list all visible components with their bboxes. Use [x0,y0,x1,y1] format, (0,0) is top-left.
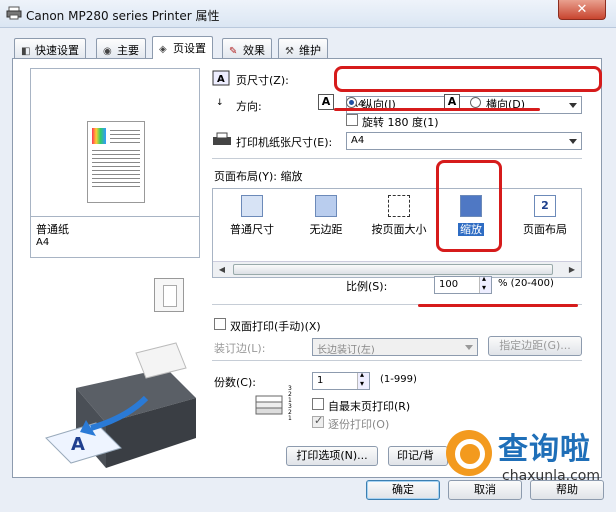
maintenance-icon: ⚒ [285,46,294,57]
scroll-thumb[interactable] [233,264,553,275]
layout-option-normal-size[interactable]: 普通尺寸 [219,189,285,259]
copies-stepper[interactable] [357,370,369,389]
rotate-180-label: 旋转 180 度(1) [362,116,439,129]
annotation-orientation-underline [334,108,540,111]
tab-quick-setup[interactable]: ◧ 快速设置 [14,38,86,58]
layout-option-fit-to-page[interactable]: 按页面大小 [363,189,435,259]
close-button[interactable]: ✕ [558,0,606,20]
page-size-icon: A [212,70,230,86]
scroll-right-icon[interactable]: ▶ [565,264,579,275]
binding-select[interactable]: 长边装订(左) [312,338,478,356]
orientation-arrow-icon: ↓ [216,98,224,108]
normal-size-icon [241,195,263,217]
effects-icon: ✎ [229,46,238,57]
printer-paper-icon [213,132,231,145]
annotation-scale-underline [418,304,578,307]
preview-image [92,128,106,144]
stamp-background-button[interactable]: 印记/背 [388,446,448,466]
watermark-brand: 查询啦 [498,432,591,467]
scale-input[interactable]: 100 [434,274,492,294]
paper-source-icon [154,278,184,312]
last-page-first-checkbox[interactable] [312,398,324,410]
page-layout-icon: 2 [534,195,556,217]
scale-range: % (20-400) [498,278,554,289]
quick-setup-icon: ◧ [21,46,31,57]
svg-text:A: A [217,74,225,85]
window-title: Canon MP280 series Printer 属性 [26,9,220,23]
media-info: 普通纸 A4 [30,216,200,258]
collate-label: 逐份打印(O) [328,418,390,431]
collate-order-digits: 3 2 1 3 2 1 [288,385,292,422]
landscape-radio[interactable] [470,97,481,108]
watermark-url: chaxunla.com [502,468,600,484]
orientation-label: 方向: [236,100,262,113]
media-type: 普通纸 [36,223,69,236]
printer-paper-size-label: 打印机纸张尺寸(E): [236,136,333,149]
copies-range: (1-999) [380,374,417,385]
collate-checkbox[interactable] [312,414,324,428]
magnifier-logo-icon [446,430,492,476]
main-icon: ◉ [103,46,112,57]
annotation-scaled-box [436,160,502,252]
portrait-icon: A [318,94,334,110]
paper-preview [87,121,145,203]
tab-maintenance[interactable]: ⚒ 维护 [278,38,328,58]
media-size: A4 [36,237,50,248]
page-setup-icon: ◈ [159,44,167,55]
print-options-button[interactable]: 打印选项(N)... [286,446,378,466]
borderless-icon [315,195,337,217]
ok-button[interactable]: 确定 [366,480,440,500]
copies-label: 份数(C): [214,376,256,389]
portrait-radio[interactable] [346,97,357,108]
specify-margin-button[interactable]: 指定边距(G)... [488,336,582,356]
rotate-180-checkbox[interactable] [346,114,358,126]
tab-effects[interactable]: ✎ 效果 [222,38,272,58]
page-layout-list: 普通尺寸 无边距 按页面大小 缩放 2 页面布局 ◀ ▶ [212,188,582,278]
fit-to-page-icon [388,195,410,217]
scale-stepper[interactable] [479,274,491,293]
tab-page-setup[interactable]: ◈ 页设置 [152,36,213,59]
layout-option-borderless[interactable]: 无边距 [291,189,361,259]
printer-icon [6,6,22,20]
svg-text:A: A [71,434,85,455]
tab-main[interactable]: ◉ 主要 [96,38,146,58]
copies-input[interactable]: 1 [312,370,370,390]
layout-option-page-layout[interactable]: 2 页面布局 [509,189,581,259]
duplex-label: 双面打印(手动)(X) [230,320,321,333]
scroll-left-icon[interactable]: ◀ [215,264,229,275]
scale-label: 比例(S): [346,280,388,293]
site-watermark: 查询啦 chaxunla.com [446,422,616,512]
title-bar: Canon MP280 series Printer 属性 ✕ [0,0,616,28]
printer-paper-size-select[interactable]: A4 [346,132,582,150]
page-layout-label: 页面布局(Y): 缩放 [214,170,303,183]
duplex-checkbox[interactable] [214,318,226,330]
layout-scrollbar[interactable]: ◀ ▶ [213,261,581,277]
last-page-first-label: 自最末页打印(R) [328,400,411,413]
binding-label: 装订边(L): [214,342,266,355]
annotation-page-size-box [334,66,602,92]
page-size-label: 页尺寸(Z): [236,74,289,87]
printer-illustration-icon: A [45,342,196,468]
